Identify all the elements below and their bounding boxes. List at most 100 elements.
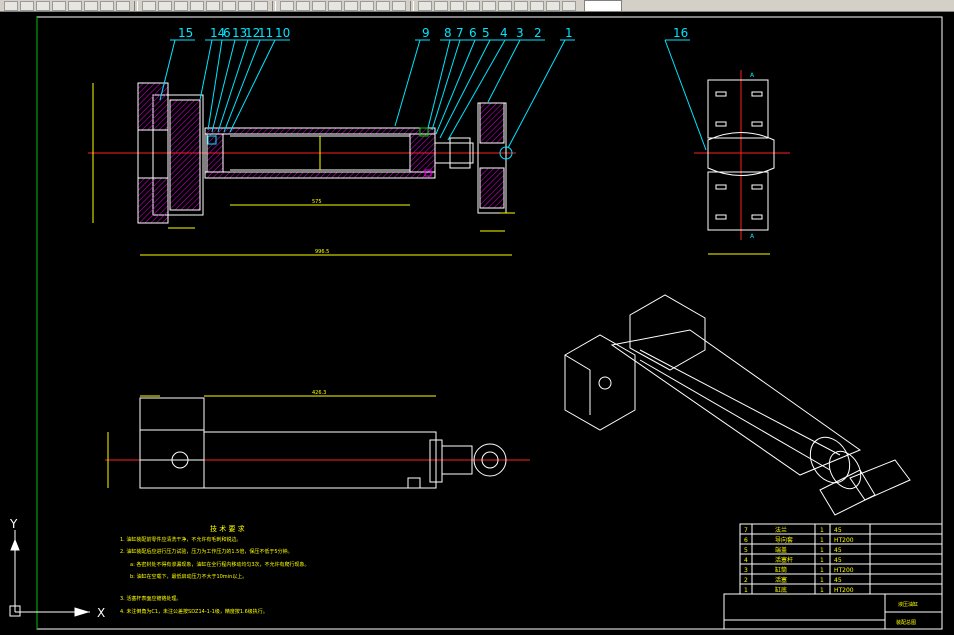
- toolbar-separator: [134, 0, 138, 11]
- dim-overall: 996.5: [315, 249, 329, 255]
- toolbar-button-icon[interactable]: [84, 0, 98, 11]
- toolbar-button-icon[interactable]: [296, 0, 310, 11]
- balloon-label: 8: [444, 26, 452, 40]
- toolbar-button-icon[interactable]: [450, 0, 464, 11]
- bom-cell: 1: [820, 537, 824, 544]
- note-line: b: 油缸在空载下，最低启动压力不大于10min以上。: [130, 573, 247, 580]
- toolbar-button-icon[interactable]: [344, 0, 358, 11]
- toolbar-button-icon[interactable]: [142, 0, 156, 11]
- toolbar-button-icon[interactable]: [434, 0, 448, 11]
- title-drawing-name: 液压油缸: [898, 601, 918, 608]
- toolbar-button-icon[interactable]: [530, 0, 544, 11]
- isometric-view: [564, 294, 911, 516]
- toolbar-button-icon[interactable]: [280, 0, 294, 11]
- toolbar-button-icon[interactable]: [100, 0, 114, 11]
- bom-cell: 3: [744, 567, 748, 574]
- bom-cell: 1: [820, 547, 824, 554]
- toolbar-button-icon[interactable]: [206, 0, 220, 11]
- bom-cell: 1: [820, 557, 824, 564]
- toolbar-button-icon[interactable]: [190, 0, 204, 11]
- toolbar-button-icon[interactable]: [238, 0, 252, 11]
- balloon-side: 16: [673, 26, 688, 40]
- toolbar-button-icon[interactable]: [482, 0, 496, 11]
- toolbar-button-icon[interactable]: [68, 0, 82, 11]
- toolbar-button-icon[interactable]: [562, 0, 576, 11]
- balloon-label: 5: [482, 26, 490, 40]
- bom-cell: 2: [744, 577, 748, 584]
- toolbar-button-icon[interactable]: [158, 0, 172, 11]
- balloon-label: 4: [500, 26, 508, 40]
- bom-cell: 6: [744, 537, 748, 544]
- bom-cell: 45: [834, 547, 842, 554]
- toolbar-button-icon[interactable]: [360, 0, 374, 11]
- toolbar-button-icon[interactable]: [418, 0, 432, 11]
- svg-text:A: A: [750, 233, 755, 240]
- bom-cell: 1: [820, 567, 824, 574]
- svg-text:A: A: [750, 72, 755, 79]
- balloon-label: 1: [565, 26, 573, 40]
- balloon-label: 9: [422, 26, 430, 40]
- title-drawing-code: 装配总图: [896, 619, 916, 626]
- toolbar-button-icon[interactable]: [328, 0, 342, 11]
- front-section-view: 15 14 6 13 12 11 10 9 8 7 6 5 4 3 2 1 99…: [88, 26, 575, 256]
- ucs-y-label: Y: [9, 517, 18, 531]
- note-line: 2. 油缸装配后应进行压力试验，压力为工作压力的1.5倍，保压不低于5分钟。: [120, 548, 293, 555]
- toolbar-separator: [410, 0, 414, 11]
- toolbar-button-icon[interactable]: [20, 0, 34, 11]
- note-line: a: 各密封处不得有渗漏现象，油缸在全行程内移动均匀3次，不允许有爬行现象。: [130, 561, 310, 568]
- balloon-label: 3: [516, 26, 524, 40]
- bom-cell: 导向套: [775, 536, 793, 544]
- bom-cell: 7: [744, 527, 748, 534]
- bom-cell: 45: [834, 577, 842, 584]
- toolbar: [0, 0, 954, 12]
- balloon-label: 11: [258, 26, 273, 40]
- toolbar-button-icon[interactable]: [222, 0, 236, 11]
- bom-cell: 端盖: [775, 546, 787, 554]
- side-view: 16 A A: [664, 26, 790, 255]
- bom-cell: 5: [744, 547, 748, 554]
- toolbar-button-icon[interactable]: [546, 0, 560, 11]
- toolbar-button-icon[interactable]: [36, 0, 50, 11]
- ucs-x-label: X: [97, 606, 105, 620]
- toolbar-button-icon[interactable]: [254, 0, 268, 11]
- toolbar-button-icon[interactable]: [116, 0, 130, 11]
- balloon-label: 15: [178, 26, 193, 40]
- bom-cell: 缸底: [775, 586, 787, 594]
- bom-cell: 4: [744, 557, 748, 564]
- toolbar-separator: [272, 0, 276, 11]
- notes-title: 技 术 要 求: [210, 524, 245, 533]
- dim-stroke: 575: [312, 199, 322, 205]
- toolbar-button-icon[interactable]: [376, 0, 390, 11]
- note-line: 1. 油缸装配前零件应清洗干净，不允许有毛刺和锐边。: [120, 536, 241, 543]
- balloon-label: 6: [223, 26, 231, 40]
- balloon-label: 6: [469, 26, 477, 40]
- toolbar-button-icon[interactable]: [514, 0, 528, 11]
- ucs-icon: [9, 530, 90, 617]
- toolbar-button-icon[interactable]: [466, 0, 480, 11]
- balloon-label: 7: [456, 26, 464, 40]
- bom-cell: HT200: [834, 567, 854, 574]
- toolbar-button-icon[interactable]: [392, 0, 406, 11]
- bottom-view: 426.3: [105, 390, 530, 489]
- balloon-label: 10: [275, 26, 290, 40]
- note-line: 3. 活塞杆表面应镀铬处理。: [120, 595, 181, 602]
- drawing-canvas[interactable]: 15 14 6 13 12 11 10 9 8 7 6 5 4 3 2 1 99…: [0, 12, 954, 635]
- bom-cell: 45: [834, 527, 842, 534]
- dim-body: 426.3: [312, 390, 326, 396]
- bom-cell: 1: [820, 577, 824, 584]
- bom-cell: 1: [744, 587, 748, 594]
- bom-cell: 活塞: [775, 576, 787, 584]
- balloon-label: 2: [534, 26, 542, 40]
- toolbar-button-icon[interactable]: [52, 0, 66, 11]
- toolbar-button-icon[interactable]: [4, 0, 18, 11]
- toolbar-button-icon[interactable]: [174, 0, 188, 11]
- bom-cell: 活塞杆: [775, 556, 793, 564]
- toolbar-button-icon[interactable]: [312, 0, 326, 11]
- technical-notes: 技 术 要 求 1. 油缸装配前零件应清洗干净，不允许有毛刺和锐边。 2. 油缸…: [120, 524, 310, 615]
- toolbar-button-icon[interactable]: [498, 0, 512, 11]
- bom-cell: HT200: [834, 537, 854, 544]
- layer-dropdown[interactable]: [584, 0, 622, 11]
- bom-cell: 45: [834, 557, 842, 564]
- bom-cell: 法兰: [775, 526, 787, 534]
- bom-cell: 1: [820, 527, 824, 534]
